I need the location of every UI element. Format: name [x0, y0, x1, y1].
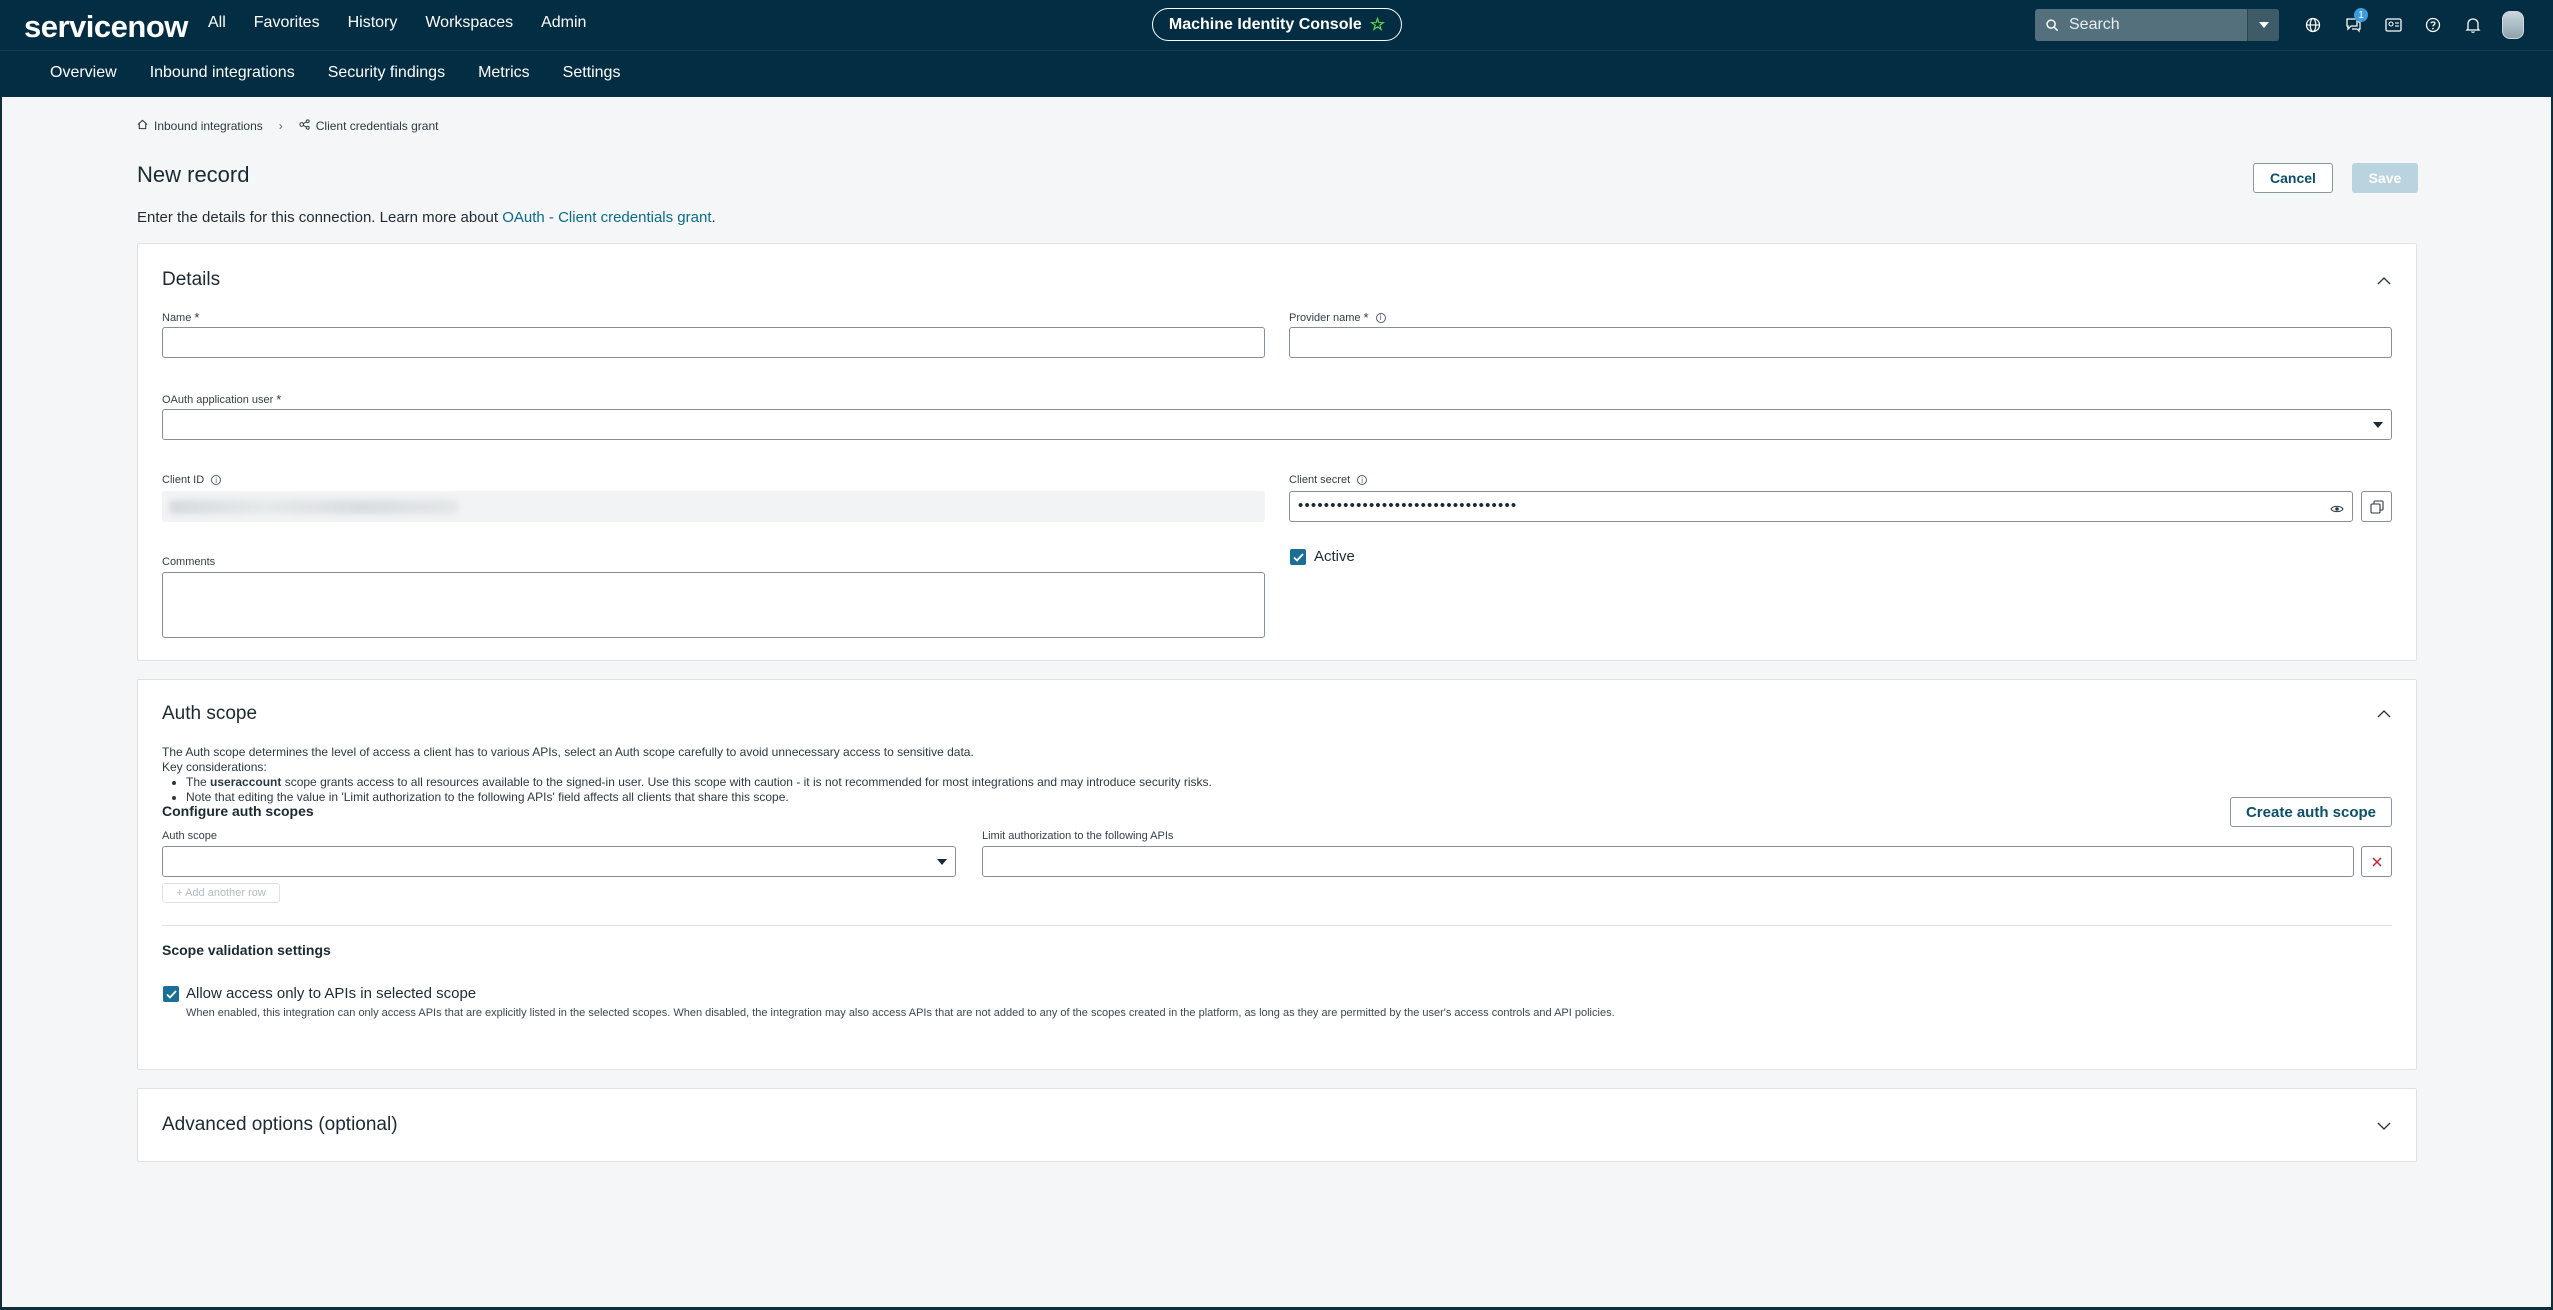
intro-text: Enter the details for this connection. L… [137, 209, 503, 226]
search-icon [2035, 18, 2069, 32]
workspace-subnav: Overview Inbound integrations Security f… [0, 50, 2553, 97]
breadcrumb-parent[interactable]: Inbound integrations [154, 119, 263, 133]
notification-badge: 1 [2354, 8, 2368, 22]
close-icon [2371, 856, 2382, 867]
top-nav: All Favorites History Workspaces Admin [208, 14, 586, 32]
chevron-up-icon[interactable] [2376, 705, 2392, 721]
consideration-2: Note that editing the value in 'Limit au… [186, 790, 2362, 805]
bell-icon[interactable] [2460, 12, 2486, 38]
auth-scope-label: Auth scope [162, 830, 218, 842]
section-divider [162, 925, 2392, 926]
oauth-user-label: OAuth application user * [162, 392, 282, 407]
details-section: Details Name * Provider name * i OAuth appl… [137, 243, 2417, 661]
logo-text: servicenow [24, 9, 188, 44]
allow-apis-label: Allow access only to APIs in selected sc… [186, 985, 477, 1002]
learn-more-link[interactable]: OAuth - Client credentials grant [502, 209, 711, 226]
page-title: New record [137, 162, 250, 187]
description-text: The Auth scope determines the level of a… [162, 745, 974, 759]
tab-security-findings[interactable]: Security findings [328, 64, 445, 82]
allow-apis-note: When enabled, this integration can only … [186, 1007, 1615, 1019]
nav-history[interactable]: History [348, 14, 398, 32]
nav-all[interactable]: All [208, 14, 226, 32]
comments-label: Comments [162, 556, 216, 568]
consideration-1: The useraccount scope grants access to a… [186, 775, 2362, 790]
active-checkbox[interactable] [1290, 549, 1306, 565]
global-search[interactable]: Search [2035, 9, 2279, 41]
oauth-icon [299, 119, 310, 133]
auth-scope-title: Auth scope [162, 703, 258, 724]
breadcrumb: Inbound integrations › Client credential… [137, 119, 438, 133]
save-button[interactable]: Save [2352, 163, 2418, 193]
active-label: Active [1314, 548, 1355, 565]
create-auth-scope-button[interactable]: Create auth scope [2230, 797, 2392, 827]
configure-auth-scopes-heading: Configure auth scopes [162, 803, 314, 819]
auth-scope-section: Auth scope The Auth scope determines the… [137, 679, 2417, 1070]
client-id-label: Client ID i [162, 474, 222, 486]
nav-favorites[interactable]: Favorites [254, 14, 320, 32]
nav-workspaces[interactable]: Workspaces [425, 14, 513, 32]
intro-end: . [711, 209, 716, 226]
search-scope-dropdown[interactable] [2247, 9, 2279, 41]
page-intro: Enter the details for this connection. L… [137, 209, 716, 226]
provider-name-input[interactable] [1289, 327, 2392, 358]
chevron-down-icon [937, 859, 947, 865]
auth-scope-select[interactable] [162, 846, 956, 877]
client-secret-input[interactable]: •••••••••••••••••••••••••••••••••• [1289, 491, 2353, 522]
nav-admin[interactable]: Admin [541, 14, 586, 32]
top-bar: servicenow All Favorites History Workspa… [0, 0, 2553, 50]
limit-apis-input[interactable] [982, 846, 2354, 877]
console-label: Machine Identity Console [1168, 15, 1362, 33]
auth-scope-description: The Auth scope determines the level of a… [162, 745, 2362, 805]
top-icons: 1 [2300, 8, 2526, 39]
client-id-field [162, 491, 1265, 522]
add-another-row-button[interactable]: + Add another row [162, 883, 280, 903]
copy-button[interactable] [2361, 491, 2392, 522]
copy-icon [2369, 499, 2384, 514]
comments-textarea[interactable] [162, 572, 1265, 638]
chevron-down-icon[interactable] [2376, 1118, 2392, 1134]
oauth-user-select[interactable] [162, 409, 2392, 440]
console-pill[interactable]: Machine Identity Console ☆ [1152, 8, 1402, 41]
tab-metrics[interactable]: Metrics [478, 64, 530, 82]
tab-inbound-integrations[interactable]: Inbound integrations [150, 64, 295, 82]
breadcrumb-current: Client credentials grant [315, 119, 439, 133]
scope-validation-heading: Scope validation settings [162, 942, 331, 958]
cancel-button[interactable]: Cancel [2253, 163, 2333, 193]
key-considerations: Key considerations: [162, 760, 267, 774]
servicenow-logo[interactable]: servicenow [24, 9, 188, 45]
chevron-up-icon[interactable] [2376, 272, 2392, 288]
main-content: Inbound integrations › Client credential… [2, 97, 2551, 1307]
info-icon[interactable]: i [1357, 475, 1368, 485]
redacted-value [169, 500, 459, 514]
allow-apis-checkbox[interactable] [163, 986, 179, 1002]
provider-name-label: Provider name * i [1289, 310, 1386, 325]
remove-row-button[interactable] [2361, 846, 2392, 877]
tab-settings[interactable]: Settings [563, 64, 621, 82]
chevron-right-icon: › [278, 119, 283, 133]
search-input[interactable]: Search [2069, 16, 2247, 34]
details-title: Details [162, 269, 221, 290]
home-icon [137, 119, 148, 133]
chevron-down-icon [2373, 422, 2383, 428]
help-icon[interactable] [2420, 12, 2446, 38]
advanced-options-section[interactable]: Advanced options (optional) [137, 1088, 2417, 1162]
advanced-options-title[interactable]: Advanced options (optional) [162, 1114, 398, 1136]
globe-icon[interactable] [2300, 12, 2326, 38]
limit-apis-label: Limit authorization to the following API… [982, 830, 1174, 842]
info-icon[interactable]: i [211, 475, 222, 485]
client-secret-label: Client secret i [1289, 474, 1368, 486]
eye-icon[interactable] [2330, 501, 2344, 519]
client-secret-value: •••••••••••••••••••••••••••••••••• [1298, 497, 1518, 514]
info-icon[interactable]: i [1375, 312, 1386, 323]
chat-icon[interactable]: 1 [2340, 8, 2368, 38]
contact-card-icon[interactable] [2380, 12, 2406, 38]
tab-overview[interactable]: Overview [50, 64, 117, 82]
name-input[interactable] [162, 327, 1265, 358]
user-avatar[interactable] [2500, 11, 2526, 39]
name-label: Name * [162, 310, 200, 325]
star-icon[interactable]: ☆ [1370, 15, 1385, 35]
